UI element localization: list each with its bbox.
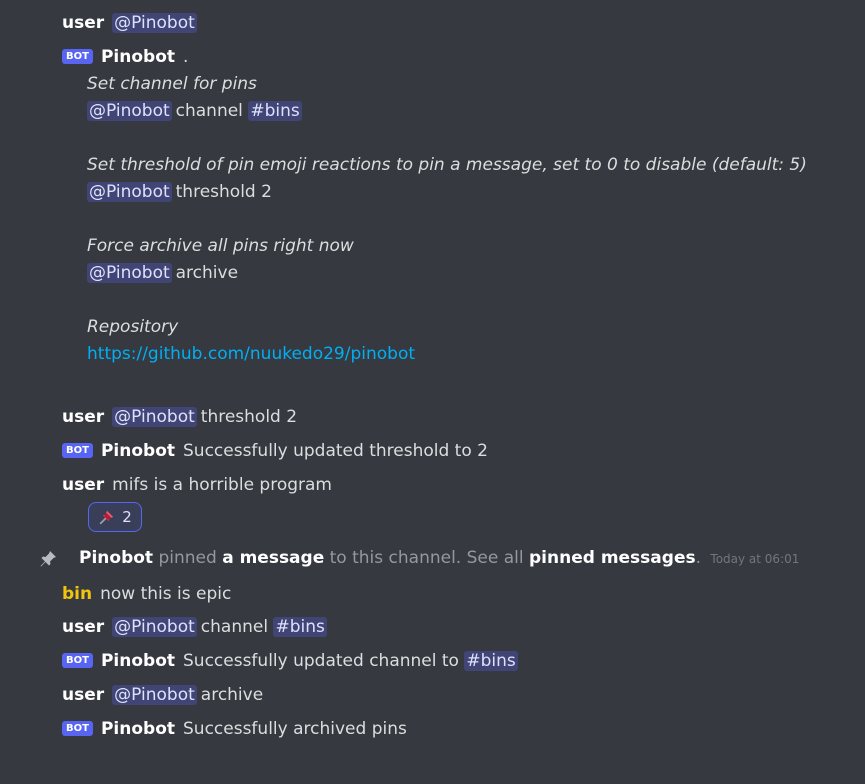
system-text: pinned	[158, 548, 217, 568]
username[interactable]: bin	[62, 584, 92, 604]
username[interactable]: user	[62, 617, 104, 637]
repository-link[interactable]: https://github.com/nuukedo29/pinobot	[87, 344, 415, 364]
pin-icon	[40, 551, 56, 567]
message: user @Pinobot	[62, 11, 197, 35]
username[interactable]: Pinobot	[101, 651, 175, 671]
system-text: to this channel. See all	[329, 548, 524, 568]
message: user @Pinobot threshold 2	[62, 405, 297, 429]
user-mention[interactable]: @Pinobot	[112, 407, 197, 427]
message-text: channel	[200, 617, 269, 637]
message-header: BOT Pinobot.	[62, 45, 188, 69]
command-text: threshold 2	[175, 182, 272, 202]
message-text: .	[183, 47, 189, 67]
system-text: .	[695, 548, 701, 568]
username[interactable]: Pinobot	[101, 719, 175, 739]
help-threshold-description: Set threshold of pin emoji reactions to …	[87, 155, 807, 175]
message-text: now this is epic	[100, 584, 232, 604]
system-message: Pinobot pinned a message to this channel…	[38, 546, 818, 570]
message: user mifs is a horrible program	[62, 473, 332, 497]
user-mention[interactable]: @Pinobot	[112, 617, 197, 637]
channel-mention[interactable]: #bins	[464, 651, 518, 671]
message-text: Successfully updated threshold to 2	[183, 441, 488, 461]
message: BOT Pinobot Successfully updated threshold…	[62, 439, 488, 463]
help-channel-description: Set channel for pins	[87, 74, 257, 94]
username[interactable]: user	[62, 13, 104, 33]
bot-tag: BOT	[62, 721, 93, 736]
help-archive-command: @Pinobot archive	[87, 261, 238, 285]
channel-mention[interactable]: #bins	[248, 101, 302, 121]
channel-mention[interactable]: #bins	[273, 617, 327, 637]
username[interactable]: Pinobot	[101, 441, 175, 461]
bot-tag: BOT	[62, 653, 93, 668]
username[interactable]: user	[62, 475, 104, 495]
message: bin now this is epic	[62, 582, 231, 606]
message: BOT Pinobot Successfully updated channel t…	[62, 649, 518, 673]
help-archive-description: Force archive all pins right now	[87, 236, 354, 256]
message: user @Pinobot archive	[62, 683, 263, 707]
command-text: archive	[175, 263, 239, 283]
message-text: threshold 2	[200, 407, 298, 427]
username[interactable]: Pinobot	[101, 47, 175, 67]
user-mention[interactable]: @Pinobot	[112, 685, 197, 705]
help-repository-description: Repository	[87, 317, 179, 337]
help-threshold-command: @Pinobot threshold 2	[87, 180, 272, 204]
help-repository-link-row: https://github.com/nuukedo29/pinobot	[87, 342, 415, 366]
message-text: archive	[200, 685, 264, 705]
username[interactable]: Pinobot	[79, 548, 153, 568]
message-text: Successfully archived pins	[183, 719, 407, 739]
user-mention[interactable]: @Pinobot	[112, 13, 197, 33]
command-text: channel	[175, 101, 243, 121]
user-mention[interactable]: @Pinobot	[87, 263, 172, 283]
username[interactable]: user	[62, 407, 104, 427]
pinned-message-link[interactable]: a message	[222, 548, 324, 568]
help-channel-command: @Pinobot channel #bins	[87, 99, 302, 123]
system-message-text: Pinobot pinned a message to this channel…	[79, 546, 799, 571]
reaction-button[interactable]: 2	[88, 502, 142, 532]
message: user @Pinobot channel #bins	[62, 615, 327, 639]
message-text: mifs is a horrible program	[112, 475, 332, 495]
message-text: Successfully updated channel to	[183, 651, 459, 671]
message: BOT Pinobot Successfully archived pins	[62, 717, 407, 741]
user-mention[interactable]: @Pinobot	[87, 182, 172, 202]
bot-tag: BOT	[62, 49, 93, 64]
bot-tag: BOT	[62, 443, 93, 458]
pushpin-emoji-icon	[100, 510, 114, 525]
user-mention[interactable]: @Pinobot	[87, 101, 172, 121]
reaction-count: 2	[122, 508, 132, 526]
pinned-messages-link[interactable]: pinned messages	[529, 548, 696, 568]
username[interactable]: user	[62, 685, 104, 705]
timestamp: Today at 06:01	[710, 552, 800, 566]
